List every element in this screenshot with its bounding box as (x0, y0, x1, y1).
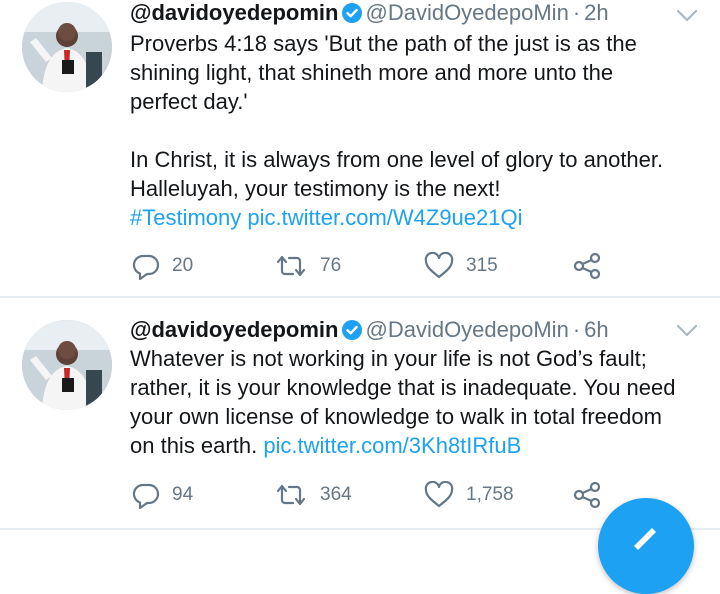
user-handle[interactable]: @DavidOyedepoMin (365, 317, 568, 342)
tweet-text: Proverbs 4:18 says 'But the path of the … (130, 29, 700, 232)
share-button[interactable] (572, 251, 602, 281)
separator-dot: · (572, 317, 581, 342)
share-button[interactable] (572, 480, 602, 510)
tweet-line: shining light, that shineth more and mor… (130, 60, 614, 85)
chevron-down-icon[interactable] (676, 9, 698, 23)
heart-icon (424, 252, 454, 279)
timestamp[interactable]: 2h (584, 0, 608, 25)
tweet-1[interactable]: @davidoyedepomin @DavidOyedepoMin · 2h Prov… (0, 0, 720, 296)
heart-icon (424, 481, 454, 508)
avatar-photo (22, 2, 112, 92)
retweet-icon (276, 255, 306, 277)
retweet-button[interactable]: 364 (274, 480, 352, 510)
like-button[interactable]: 1,758 (424, 480, 514, 510)
tweet-line: Proverbs 4:18 says 'But the path of the … (130, 31, 637, 56)
tweet-header: @davidoyedepomin @DavidOyedepoMin · 6h (130, 315, 609, 345)
tweet-line: on this earth. (130, 433, 258, 458)
tweet-line: Whatever is not working in your life is … (130, 346, 647, 371)
like-count: 315 (466, 255, 498, 276)
tweet-line: perfect day.' (130, 89, 248, 114)
retweet-icon (276, 484, 306, 506)
hashtag-link[interactable]: #Testimony (130, 205, 241, 230)
verified-badge-icon (342, 318, 363, 340)
share-icon (573, 481, 601, 509)
tweet-line: In Christ, it is always from one level o… (130, 147, 664, 172)
chevron-down-icon[interactable] (676, 324, 698, 338)
tweet-links-line: on this earth. pic.twitter.com/3Kh8tIRfu… (130, 431, 700, 460)
verified-badge-icon (342, 1, 363, 23)
reply-icon (132, 254, 160, 280)
display-name[interactable]: @davidoyedepomin (130, 0, 338, 25)
tweet-links-line: #Testimony pic.twitter.com/W4Z9ue21Qi (130, 203, 700, 232)
retweet-button[interactable]: 76 (274, 251, 341, 281)
user-handle[interactable]: @DavidOyedepoMin (365, 0, 568, 25)
retweet-count: 364 (320, 484, 352, 505)
tweet-line-blank (130, 116, 700, 145)
reply-button[interactable]: 20 (132, 251, 193, 281)
tweet-header: @davidoyedepomin @DavidOyedepoMin · 2h (130, 0, 609, 28)
reply-button[interactable]: 94 (132, 480, 193, 510)
avatar-photo (22, 320, 112, 410)
share-icon (573, 252, 601, 280)
avatar[interactable] (22, 2, 112, 92)
reply-count: 94 (172, 484, 194, 505)
avatar[interactable] (22, 320, 112, 410)
tweet-line: your own license of knowledge to walk in… (130, 404, 662, 429)
compose-tweet-button[interactable] (598, 498, 694, 594)
tweet-actions: 20 76 315 (132, 251, 632, 281)
compose-tweet-icon (634, 528, 656, 550)
tweet-line: rather, it is your knowledge that is ina… (130, 375, 676, 400)
display-name[interactable]: @davidoyedepomin (130, 317, 338, 342)
reply-count: 20 (172, 255, 194, 276)
tweet-text: Whatever is not working in your life is … (130, 344, 700, 460)
like-button[interactable]: 315 (424, 251, 498, 281)
pic-link[interactable]: pic.twitter.com/W4Z9ue21Qi (247, 205, 522, 230)
separator-dot: · (572, 0, 581, 25)
tweet-actions: 94 364 1,758 (132, 480, 632, 510)
tweet-line: Halleluyah, your testimony is the next! (130, 176, 501, 201)
like-count: 1,758 (466, 484, 514, 505)
retweet-count: 76 (320, 255, 342, 276)
timestamp[interactable]: 6h (584, 317, 608, 342)
tweet-2[interactable]: @davidoyedepomin @DavidOyedepoMin · 6h What… (0, 298, 720, 530)
pic-link[interactable]: pic.twitter.com/3Kh8tIRfuB (263, 433, 521, 458)
reply-icon (132, 483, 160, 509)
